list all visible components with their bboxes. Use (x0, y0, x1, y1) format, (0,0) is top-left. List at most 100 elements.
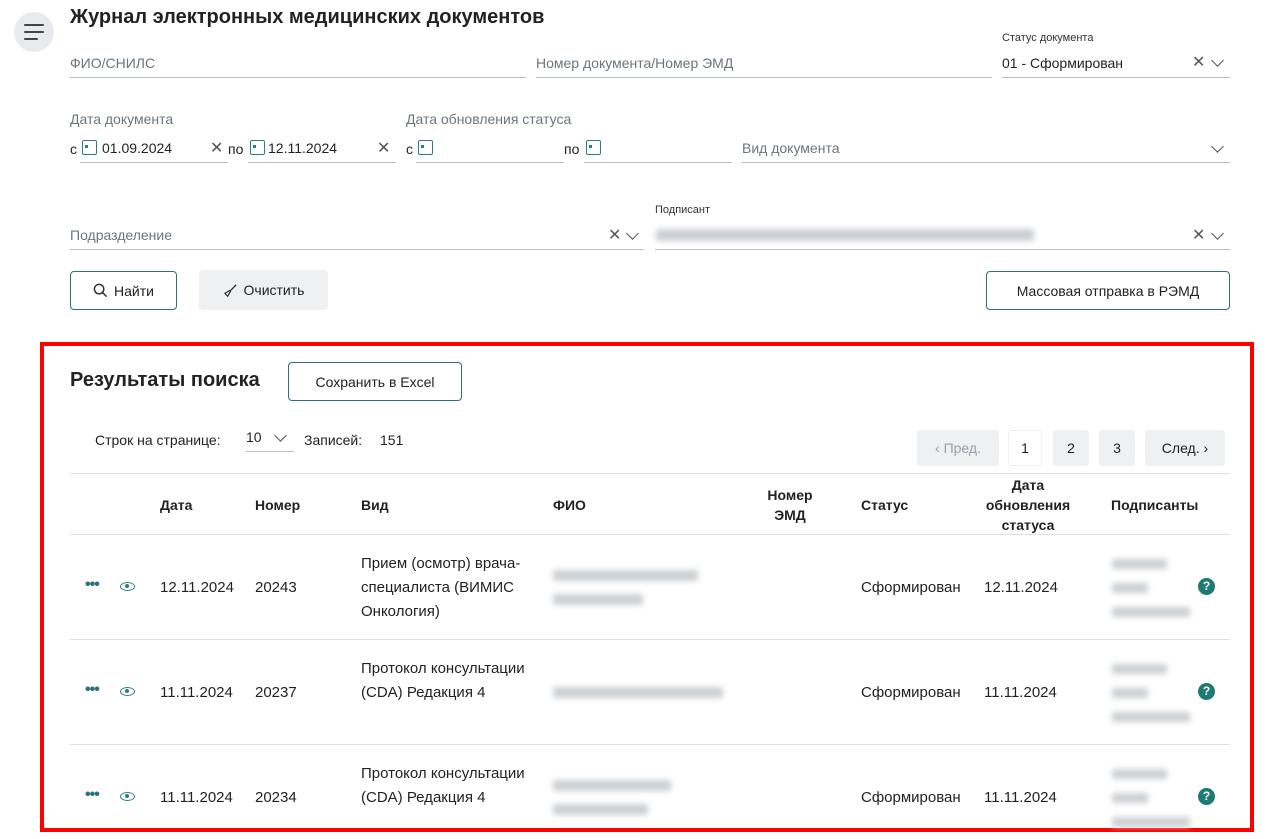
doc-date-to-input[interactable]: 12.11.2024 (248, 135, 396, 163)
help-icon[interactable]: ? (1198, 683, 1215, 700)
status-date-from-prefix: с (406, 141, 413, 157)
row-number: 20243 (255, 579, 297, 596)
fio-input[interactable]: ФИО/СНИЛС (70, 50, 526, 78)
help-icon[interactable]: ? (1198, 788, 1215, 805)
clear-button[interactable]: Очистить (199, 270, 328, 310)
row-signer-redacted (1112, 793, 1148, 803)
row-status: Сформирован (861, 579, 961, 596)
doc-type-placeholder: Вид документа (742, 140, 840, 156)
excel-button-label: Сохранить в Excel (315, 373, 435, 390)
rows-per-page-value: 10 (246, 429, 262, 445)
search-icon (93, 283, 108, 298)
doc-date-from-input[interactable]: 01.09.2024 (80, 135, 228, 163)
header-signers: Подписанты (1111, 497, 1199, 513)
row-fio-redacted (553, 780, 671, 791)
eye-icon[interactable] (120, 582, 135, 591)
row-status: Сформирован (861, 789, 961, 806)
status-date-to-prefix: по (564, 141, 580, 157)
row-signer-redacted (1112, 688, 1148, 698)
row-date: 12.11.2024 (160, 579, 234, 596)
rows-per-page-select[interactable]: 10 (246, 426, 294, 452)
row-fio-redacted (553, 594, 643, 605)
mass-send-button[interactable]: Массовая отправка в РЭМД (986, 271, 1230, 310)
row-divider (70, 639, 1230, 640)
department-placeholder: Подразделение (70, 227, 173, 243)
row-fio-redacted (553, 804, 648, 815)
more-icon[interactable]: ••• (85, 786, 100, 804)
find-button[interactable]: Найти (70, 271, 177, 310)
row-divider (70, 744, 1230, 745)
eye-icon[interactable] (120, 687, 135, 696)
chevron-right-icon: › (1199, 440, 1209, 456)
doc-date-to-prefix: по (228, 141, 244, 157)
status-date-to-input[interactable] (584, 135, 732, 163)
doc-type-select[interactable]: Вид документа (742, 135, 1230, 163)
department-clear-icon[interactable]: ✕ (608, 228, 621, 244)
row-type: Прием (осмотр) врача-специалиста (ВИМИС … (361, 555, 521, 620)
row-date: 11.11.2024 (160, 789, 233, 806)
row-signer-redacted (1112, 712, 1190, 722)
signer-clear-icon[interactable]: ✕ (1192, 228, 1205, 244)
doc-date-from-prefix: с (70, 141, 77, 157)
row-signer-redacted (1112, 817, 1190, 827)
help-icon[interactable]: ? (1198, 578, 1215, 595)
row-signer-redacted (1112, 607, 1190, 617)
status-value: 01 - Сформирован (1002, 55, 1124, 71)
header-status-date: Дата обновления статуса (985, 477, 1071, 533)
clear-button-label: Очистить (243, 282, 305, 298)
prev-label: Пред. (943, 440, 981, 456)
page-3-button[interactable]: 3 (1099, 430, 1135, 466)
status-label: Статус документа (1002, 32, 1094, 44)
broom-icon (223, 283, 237, 297)
page-3-label: 3 (1113, 440, 1121, 456)
header-type: Вид (361, 497, 389, 513)
table-top-border (70, 473, 1230, 474)
prev-page-button[interactable]: ‹ Пред. (917, 430, 999, 466)
menu-icon[interactable] (14, 12, 54, 52)
next-page-button[interactable]: След. › (1145, 430, 1225, 466)
row-status: Сформирован (861, 684, 961, 701)
row-signer-redacted (1112, 583, 1148, 593)
mass-send-button-label: Массовая отправка в РЭМД (1016, 282, 1200, 299)
next-label: След. (1161, 440, 1200, 456)
doc-date-to-clear-icon[interactable]: ✕ (377, 141, 390, 157)
row-signer-redacted (1112, 559, 1167, 569)
page-1-button[interactable]: 1 (1008, 430, 1042, 466)
calendar-icon[interactable] (418, 140, 433, 155)
row-date: 11.11.2024 (160, 684, 233, 701)
more-icon[interactable]: ••• (85, 681, 100, 699)
number-placeholder: Номер документа/Номер ЭМД (536, 55, 734, 71)
calendar-icon[interactable] (250, 140, 265, 155)
row-status-date: 11.11.2024 (984, 789, 1057, 806)
eye-icon[interactable] (120, 792, 135, 801)
calendar-icon[interactable] (82, 140, 97, 155)
header-fio: ФИО (553, 497, 586, 513)
header-status: Статус (861, 497, 909, 513)
status-date-from-input[interactable] (416, 135, 564, 163)
calendar-icon[interactable] (586, 140, 601, 155)
fio-placeholder: ФИО/СНИЛС (70, 55, 156, 71)
row-fio-redacted (553, 570, 698, 581)
find-button-label: Найти (114, 282, 154, 299)
page: Журнал электронных медицинских документо… (0, 0, 1284, 839)
department-select[interactable]: Подразделение (70, 222, 644, 250)
header-number: Номер (255, 497, 301, 513)
doc-date-from-value: 01.09.2024 (102, 140, 173, 156)
header-bottom-border (70, 534, 1230, 535)
page-2-label: 2 (1067, 440, 1075, 456)
signer-value-redacted (656, 229, 1034, 241)
header-date: Дата (160, 497, 193, 513)
doc-date-from-clear-icon[interactable]: ✕ (210, 141, 223, 157)
status-clear-icon[interactable]: ✕ (1192, 55, 1205, 71)
row-signer-redacted (1112, 664, 1167, 674)
doc-date-label: Дата документа (70, 111, 174, 127)
more-icon[interactable]: ••• (85, 576, 100, 594)
results-title: Результаты поиска (70, 369, 260, 391)
page-2-button[interactable]: 2 (1053, 430, 1089, 466)
row-status-date: 11.11.2024 (984, 684, 1057, 701)
records-label: Записей: (304, 432, 363, 448)
row-type: Протокол консультации (CDA) Редакция 4 (361, 765, 525, 806)
number-input[interactable]: Номер документа/Номер ЭМД (536, 50, 992, 78)
excel-button[interactable]: Сохранить в Excel (288, 362, 462, 401)
row-fio-redacted (553, 687, 723, 698)
